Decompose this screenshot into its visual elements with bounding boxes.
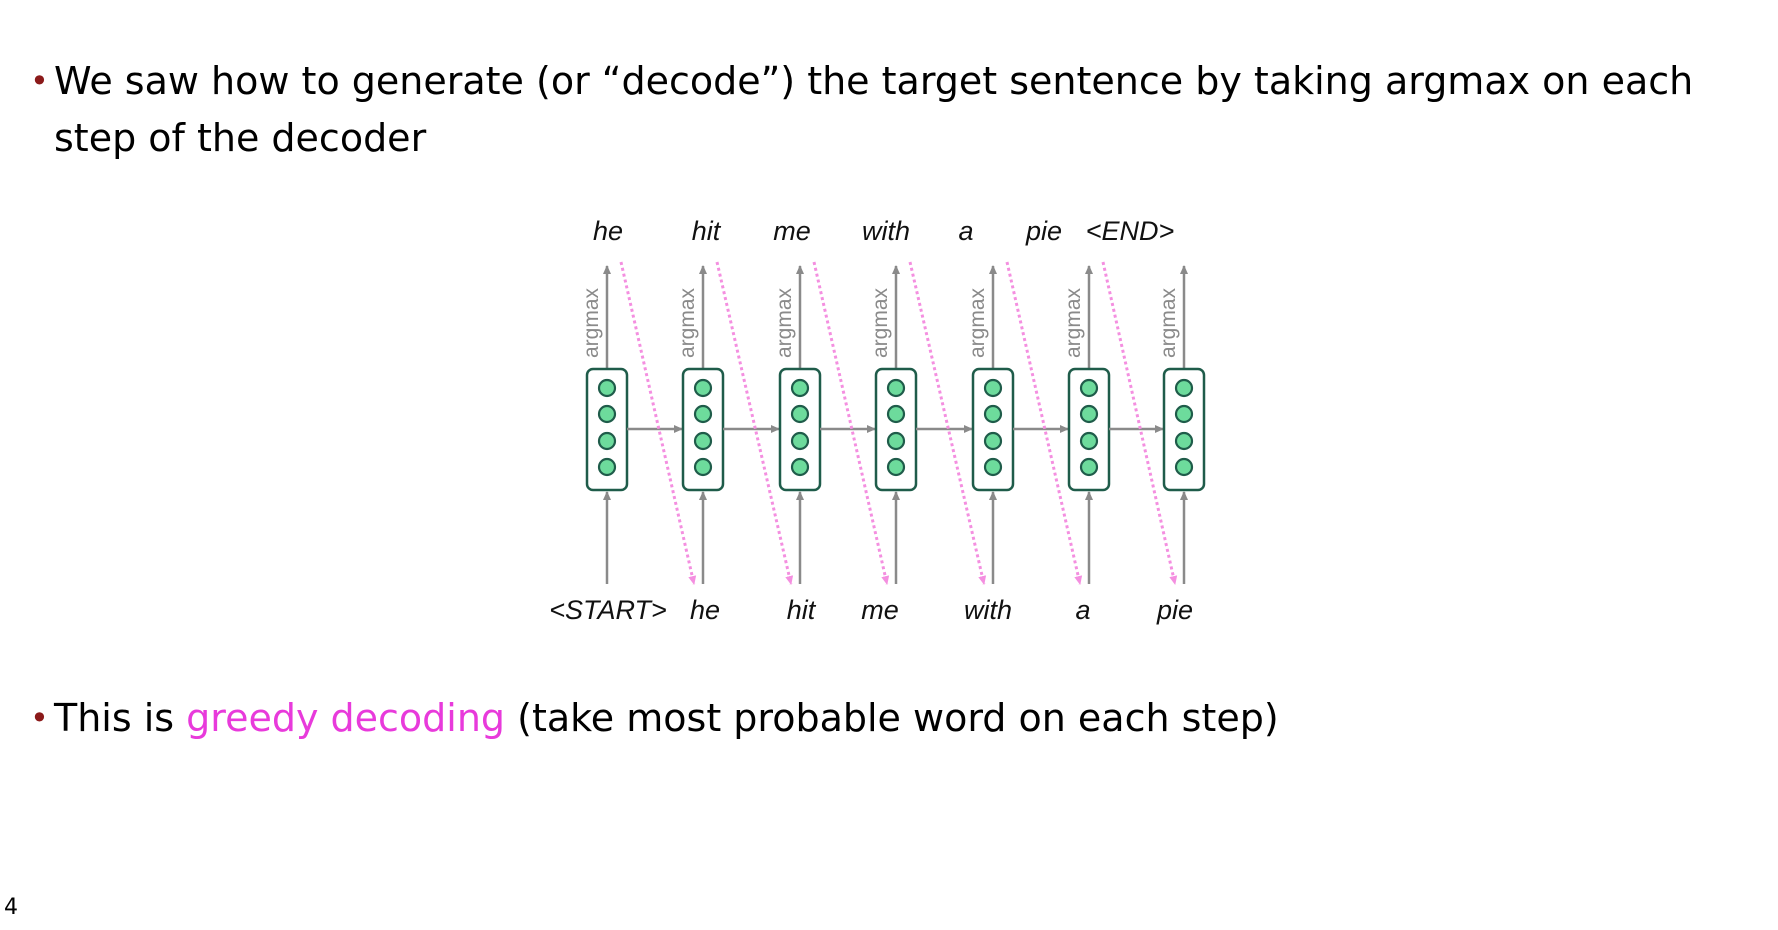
- page-number: 4: [4, 895, 18, 920]
- neuron: [1174, 378, 1194, 398]
- neuron: [693, 404, 713, 424]
- neuron: [983, 457, 1003, 477]
- neuron: [1079, 457, 1099, 477]
- neuron: [790, 457, 810, 477]
- output-word: hit: [692, 216, 722, 246]
- input-word: he: [690, 595, 720, 625]
- input-word: pie: [1156, 595, 1193, 625]
- neuron: [597, 457, 617, 477]
- neuron: [1079, 404, 1099, 424]
- neuron: [693, 431, 713, 451]
- neuron: [886, 457, 906, 477]
- input-word: hit: [787, 595, 817, 625]
- neuron: [983, 431, 1003, 451]
- argmax-label: argmax: [1157, 287, 1180, 358]
- argmax-label: argmax: [773, 287, 796, 358]
- argmax-label: argmax: [1062, 287, 1085, 358]
- argmax-label: argmax: [966, 287, 989, 358]
- output-word: pie: [1025, 216, 1062, 246]
- neuron: [790, 431, 810, 451]
- output-word: me: [773, 216, 811, 246]
- neuron: [1174, 404, 1194, 424]
- neuron: [597, 378, 617, 398]
- input-word: me: [861, 595, 899, 625]
- output-word: with: [862, 216, 910, 246]
- decoder-diagram: argmax argmax argmax argmax argmax argmax argm…: [549, 216, 1206, 625]
- input-word: <START>: [549, 595, 667, 625]
- neuron: [886, 431, 906, 451]
- input-word: a: [1075, 595, 1090, 625]
- argmax-label: argmax: [676, 287, 699, 358]
- neuron: [983, 378, 1003, 398]
- argmax-label: argmax: [580, 287, 603, 358]
- input-word: with: [964, 595, 1012, 625]
- neuron: [886, 378, 906, 398]
- neuron: [983, 404, 1003, 424]
- neuron: [693, 378, 713, 398]
- output-word: a: [958, 216, 973, 246]
- neuron: [597, 404, 617, 424]
- neuron: [597, 431, 617, 451]
- neuron: [1174, 431, 1194, 451]
- output-word: he: [593, 216, 623, 246]
- neuron: [1174, 457, 1194, 477]
- neuron: [693, 457, 713, 477]
- output-word: <END>: [1086, 216, 1175, 246]
- neuron: [790, 378, 810, 398]
- neuron: [1079, 431, 1099, 451]
- neuron: [1079, 378, 1099, 398]
- neuron: [790, 404, 810, 424]
- neuron: [886, 404, 906, 424]
- argmax-label: argmax: [869, 287, 892, 358]
